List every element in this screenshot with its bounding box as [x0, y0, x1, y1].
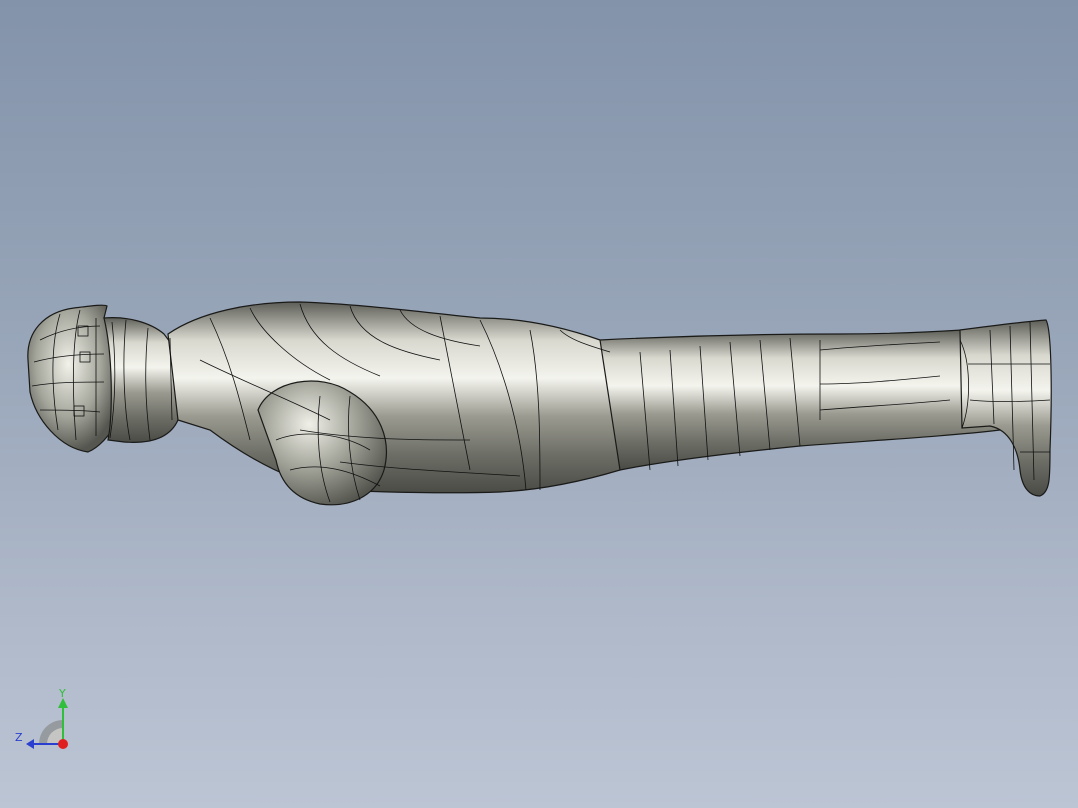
- model-body: [27, 301, 1052, 506]
- graphics-viewport[interactable]: Y Z: [0, 0, 1078, 808]
- model-boot: [959, 319, 1052, 497]
- triad-z-label: Z: [15, 731, 23, 744]
- 3d-model-worker[interactable]: [0, 0, 1078, 808]
- triad-y-label: Y: [59, 687, 66, 700]
- model-legs: [599, 329, 1001, 471]
- view-orientation-triad[interactable]: Y Z: [10, 684, 80, 754]
